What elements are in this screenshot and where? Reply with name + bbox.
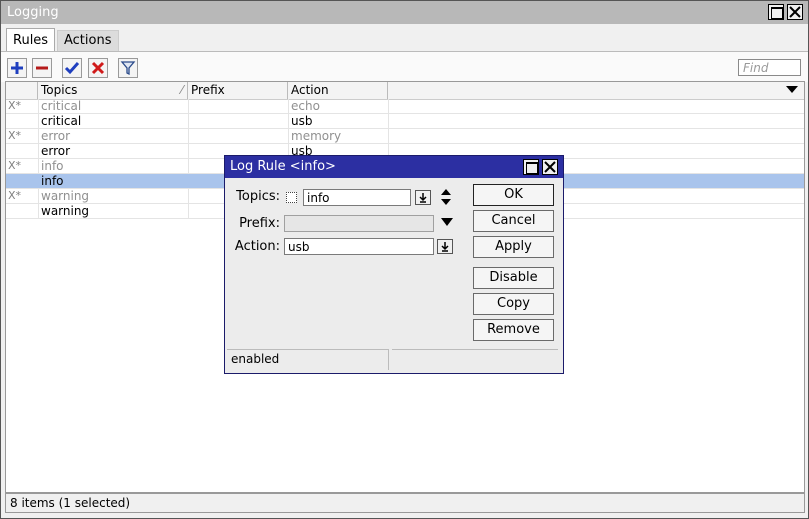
column-header-prefix[interactable]: Prefix (188, 82, 288, 99)
checkmark-icon (64, 62, 80, 75)
sort-icon: ⁄ (180, 83, 183, 97)
table-row[interactable]: critical usb (6, 114, 804, 129)
row-topics: warning (41, 204, 90, 218)
topics-field[interactable]: info (303, 189, 411, 206)
close-icon (789, 6, 801, 18)
funnel-icon (120, 61, 136, 76)
apply-button[interactable]: Apply (473, 236, 554, 258)
dialog-status: enabled (227, 349, 389, 370)
column-header-action[interactable]: Action (288, 82, 388, 99)
dialog-close-button[interactable] (542, 159, 558, 175)
minus-icon (36, 66, 48, 70)
plus-icon (11, 62, 23, 74)
row-flag: X* (8, 159, 22, 172)
title-bar[interactable]: Logging (1, 1, 808, 24)
table-row[interactable]: X* critical echo (6, 99, 804, 114)
remove-button[interactable] (32, 58, 52, 78)
toolbar: Find (1, 51, 808, 82)
row-topics: info (41, 174, 64, 188)
log-rule-dialog: Log Rule <info> Topics: info Prefix: Act… (224, 155, 564, 374)
table-row[interactable]: X* error memory (6, 129, 804, 144)
prefix-expand-icon[interactable] (440, 217, 454, 227)
copy-button[interactable]: Copy (473, 293, 554, 315)
topics-invert-checkbox[interactable] (286, 192, 297, 203)
topics-dropdown-button[interactable] (415, 190, 431, 205)
column-menu-icon[interactable] (786, 86, 798, 93)
remove-rule-button[interactable]: Remove (473, 319, 554, 341)
row-flag: X* (8, 189, 22, 202)
row-action: echo (291, 99, 320, 113)
status-bar: 8 items (1 selected) (5, 493, 805, 513)
maximize-icon (526, 162, 538, 174)
action-label: Action: (234, 239, 280, 254)
dialog-status-secondary (392, 349, 558, 370)
arrow-down-icon (419, 193, 427, 203)
action-dropdown-button[interactable] (437, 239, 453, 254)
add-button[interactable] (7, 58, 27, 78)
close-icon (544, 161, 556, 173)
maximize-button[interactable] (768, 4, 784, 20)
ok-button[interactable]: OK (473, 184, 554, 206)
arrow-down-icon (441, 242, 449, 252)
row-flag: X* (8, 129, 22, 142)
column-header-label: Topics (41, 83, 78, 97)
maximize-icon (771, 7, 783, 19)
tab-rules[interactable]: Rules (6, 28, 56, 52)
row-topics: error (41, 144, 71, 158)
prefix-label: Prefix: (239, 216, 280, 231)
action-select[interactable]: usb (284, 238, 434, 255)
tab-bar: Rules Actions (1, 24, 808, 52)
row-topics: critical (41, 114, 82, 128)
row-action: usb (291, 114, 313, 128)
find-input[interactable]: Find (738, 59, 801, 76)
row-topics: warning (41, 189, 90, 203)
dialog-title: Log Rule <info> (230, 159, 336, 174)
dialog-title-bar[interactable]: Log Rule <info> (225, 156, 563, 178)
tab-actions[interactable]: Actions (57, 30, 119, 51)
enable-button[interactable] (62, 58, 82, 78)
add-remove-arrows-icon[interactable] (439, 187, 453, 207)
cancel-button[interactable]: Cancel (473, 210, 554, 232)
disable-button[interactable] (88, 58, 108, 78)
disable-rule-button[interactable]: Disable (473, 267, 554, 289)
flag-column-header (6, 82, 38, 99)
cross-icon (91, 61, 105, 75)
topics-label: Topics: (236, 189, 280, 204)
table-header: Topics ⁄ Prefix Action (6, 82, 804, 100)
prefix-field[interactable] (284, 215, 434, 232)
row-topics: error (41, 129, 71, 143)
filter-button[interactable] (118, 58, 138, 78)
row-topics: info (41, 159, 64, 173)
close-button[interactable] (787, 4, 803, 20)
row-flag: X* (8, 99, 22, 112)
row-topics: critical (41, 99, 82, 113)
row-action: memory (291, 129, 342, 143)
dialog-maximize-button[interactable] (523, 159, 539, 175)
column-header-topics[interactable]: Topics ⁄ (38, 82, 188, 99)
window-title: Logging (7, 5, 59, 20)
